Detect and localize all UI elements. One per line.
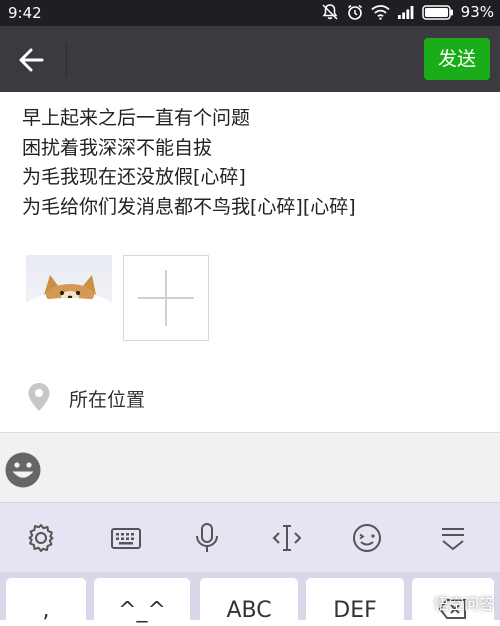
post-text-input[interactable]: 早上起来之后一直有个问题 困扰着我深深不能自拔 为毛我现在还没放假[心碎] 为毛… (22, 104, 482, 222)
corgi-photo (26, 255, 112, 341)
arrow-left-icon (14, 43, 48, 77)
keyboard-toolbar (0, 502, 500, 572)
battery-icon (422, 5, 454, 20)
post-text-line: 为毛我现在还没放假[心碎] (22, 163, 482, 193)
title-bar: 发送 (0, 26, 500, 92)
post-text-line: 困扰着我深深不能自拔 (22, 134, 482, 164)
status-time: 9:42 (8, 4, 42, 22)
signal-strength-icon (397, 5, 415, 19)
post-text-line: 早上起来之后一直有个问题 (22, 104, 482, 134)
wukong-logo-icon (412, 595, 430, 613)
attached-photo-thumbnail[interactable] (26, 255, 112, 341)
location-label: 所在位置 (69, 385, 145, 412)
title-divider (66, 44, 67, 76)
wifi-icon (371, 4, 390, 20)
emoji-bar (0, 432, 500, 502)
collapse-keyboard-icon[interactable] (436, 521, 470, 555)
settings-gear-icon[interactable] (24, 521, 58, 555)
send-button[interactable]: 发送 (424, 38, 490, 80)
cursor-move-icon[interactable] (270, 521, 304, 555)
location-pin-icon (27, 382, 51, 416)
add-photo-button[interactable] (123, 255, 209, 341)
watermark-text: 悟空问答 (434, 593, 494, 614)
status-bar: 9:42 93% (0, 0, 500, 26)
emoji-face-icon[interactable] (4, 451, 42, 493)
alarm-clock-icon (346, 3, 364, 21)
post-text-line: 为毛给你们发消息都不鸟我[心碎][心碎] (22, 193, 482, 223)
key-comma[interactable]: , (6, 578, 86, 626)
keyboard-layout-icon[interactable] (109, 521, 143, 555)
status-icons: 93% (321, 3, 494, 21)
watermark: 悟空问答 (412, 593, 494, 614)
microphone-icon[interactable] (190, 521, 224, 555)
key-def[interactable]: DEF (306, 578, 404, 626)
plus-icon (124, 256, 208, 340)
mute-bell-icon (321, 3, 339, 21)
location-row[interactable]: 所在位置 (0, 368, 500, 426)
key-emoticon[interactable]: ^_^ (94, 578, 190, 626)
emoticon-icon[interactable] (350, 521, 384, 555)
battery-percent: 93% (461, 3, 494, 21)
key-abc[interactable]: ABC (200, 578, 298, 626)
back-button[interactable] (14, 43, 48, 77)
